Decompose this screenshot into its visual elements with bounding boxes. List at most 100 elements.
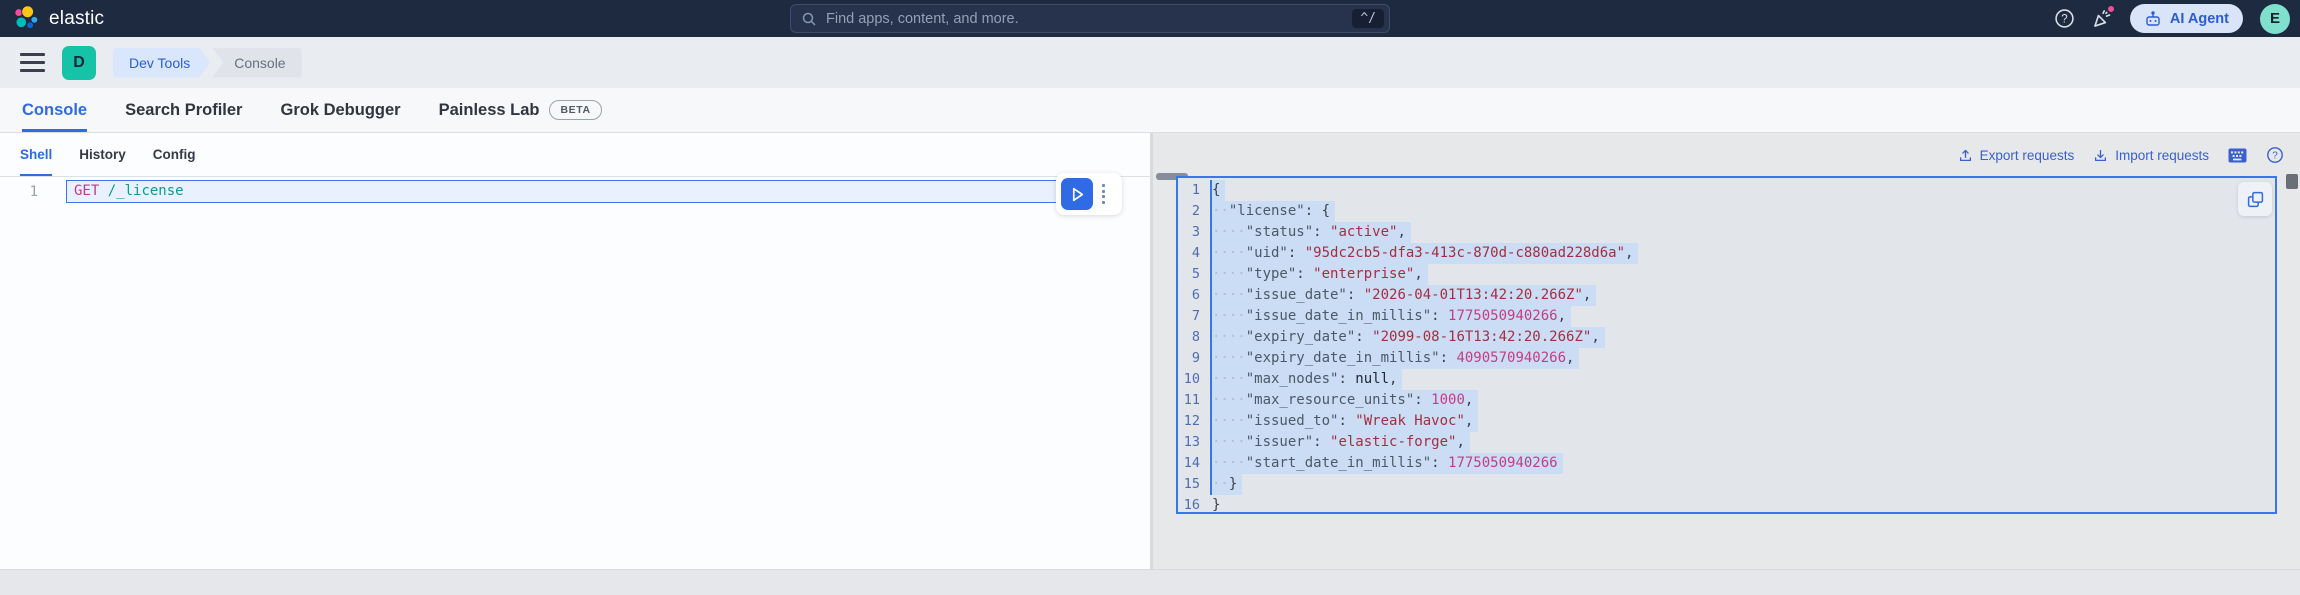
response-line: 12 ····"issued_to": "Wreak Havoc",	[1178, 411, 2275, 432]
response-line-content: ····"max_resource_units": 1000,	[1210, 390, 1479, 411]
request-path: /_license	[107, 183, 184, 199]
console-content: Shell History Config 1 GET /_license Exp…	[0, 133, 2300, 595]
import-requests-button[interactable]: Import requests	[2093, 148, 2209, 163]
response-toolbar: Export requests Import requests ?	[1153, 133, 2300, 177]
response-line: 14 ····"start_date_in_millis": 1775050940…	[1178, 453, 2275, 474]
export-requests-label: Export requests	[1979, 147, 2075, 163]
breadcrumb-console[interactable]: Console	[212, 47, 302, 78]
user-avatar[interactable]: E	[2260, 3, 2290, 34]
response-line: 10 ····"max_nodes": null,	[1178, 369, 2275, 390]
copy-response-button[interactable]	[2238, 182, 2272, 216]
response-line-content: ····"uid": "95dc2cb5-dfa3-413c-870d-c880…	[1210, 243, 1639, 264]
request-method: GET	[74, 183, 100, 199]
response-line-number: 13	[1183, 434, 1200, 450]
response-lines: 1{2 ··"license": {3 ····"status": "active"…	[1178, 180, 2275, 513]
response-line-content: ····"expiry_date_in_millis": 40905709402…	[1210, 348, 1580, 369]
page-bottom-strip	[0, 569, 2300, 595]
menu-icon[interactable]	[20, 53, 45, 72]
response-line: 3 ····"status": "active",	[1178, 222, 2275, 243]
response-line-number: 14	[1183, 455, 1200, 471]
console-help-icon[interactable]: ?	[2266, 146, 2284, 164]
global-search-input[interactable]: Find apps, content, and more. ^/	[790, 4, 1390, 33]
response-line-number: 1	[1191, 182, 1200, 198]
response-line: 1{	[1178, 180, 2275, 201]
tab-painless-lab[interactable]: Painless Lab BETA	[439, 88, 602, 132]
response-line-number: 8	[1191, 329, 1200, 345]
response-line-number: 2	[1191, 203, 1200, 219]
breadcrumb: Dev Tools Console	[113, 47, 302, 78]
response-line: 9 ····"expiry_date_in_millis": 4090570940…	[1178, 348, 2275, 369]
response-line: 15 ··}	[1178, 474, 2275, 495]
request-options-icon[interactable]	[1100, 182, 1107, 206]
tab-grok-debugger[interactable]: Grok Debugger	[280, 88, 400, 132]
help-icon[interactable]: ?	[2054, 8, 2075, 29]
breadcrumb-bar: D Dev Tools Console	[0, 37, 2300, 88]
tab-console[interactable]: Console	[22, 88, 87, 132]
scrollbar-thumb[interactable]	[2286, 174, 2298, 189]
beta-badge: BETA	[549, 100, 602, 120]
svg-text:?: ?	[2272, 151, 2278, 162]
ai-agent-label: AI Agent	[2169, 10, 2229, 27]
search-icon	[802, 12, 816, 26]
send-request-button[interactable]	[1061, 178, 1093, 210]
response-line-number: 7	[1191, 308, 1200, 324]
subtab-shell[interactable]: Shell	[20, 133, 52, 176]
response-line: 6 ····"issue_date": "2026-04-01T13:42:20.…	[1178, 285, 2275, 306]
response-line: 2 ··"license": {	[1178, 201, 2275, 222]
response-line-content: ····"type": "enterprise",	[1210, 264, 1428, 285]
top-navigation-bar: elastic Find apps, content, and more. ^/…	[0, 0, 2300, 37]
request-pane: Shell History Config 1 GET /_license	[0, 133, 1150, 595]
response-editor[interactable]: 1{2 ··"license": {3 ····"status": "active"…	[1176, 176, 2277, 514]
response-line-number: 10	[1183, 371, 1200, 387]
response-line-content: ····"start_date_in_millis": 177505094026…	[1210, 453, 1563, 474]
response-line: 5 ····"type": "enterprise",	[1178, 264, 2275, 285]
brand-name: elastic	[49, 7, 105, 29]
space-switcher[interactable]: D	[62, 45, 96, 80]
response-line-number: 16	[1183, 497, 1200, 513]
response-line: 4 ····"uid": "95dc2cb5-dfa3-413c-870d-c88…	[1178, 243, 2275, 264]
newsfeed-icon[interactable]	[2092, 4, 2116, 29]
brand[interactable]: elastic	[0, 5, 104, 32]
response-line-content: ····"issued_to": "Wreak Havoc",	[1210, 411, 1479, 432]
svg-text:?: ?	[2061, 14, 2067, 26]
tab-painless-lab-label: Painless Lab	[438, 100, 540, 119]
response-line-content: {	[1210, 180, 1226, 201]
response-line: 7 ····"issue_date_in_millis": 17750509402…	[1178, 306, 2275, 327]
response-line-content: ····"max_nodes": null,	[1210, 369, 1403, 390]
response-line-content: ··}	[1210, 474, 1243, 495]
response-line-content: }	[1212, 497, 1221, 513]
import-icon	[2095, 149, 2107, 161]
search-placeholder: Find apps, content, and more.	[826, 10, 1019, 27]
console-subtabs: Shell History Config	[0, 133, 1150, 177]
response-line-content: ····"status": "active",	[1210, 222, 1411, 243]
export-icon	[1959, 149, 1971, 161]
robot-icon	[2146, 10, 2160, 26]
notification-dot	[2105, 4, 2116, 14]
response-pane: Export requests Import requests ? 1 {2 …	[1153, 133, 2300, 595]
response-line: 8 ····"expiry_date": "2099-08-16T13:42:20…	[1178, 327, 2275, 348]
response-line-number: 4	[1191, 245, 1200, 261]
request-line[interactable]: GET /_license	[66, 180, 1092, 203]
request-line-number: 1	[29, 184, 38, 200]
ai-agent-button[interactable]: AI Agent	[2129, 4, 2243, 33]
response-line-number: 6	[1191, 287, 1200, 303]
dev-tools-tabs: Console Search Profiler Grok Debugger Pa…	[0, 88, 2300, 133]
play-icon	[1072, 187, 1083, 201]
response-line-number: 15	[1183, 476, 1200, 492]
response-line-content: ····"expiry_date": "2099-08-16T13:42:20.…	[1210, 327, 1605, 348]
response-line-number: 3	[1191, 224, 1200, 240]
export-requests-button[interactable]: Export requests	[1958, 147, 2075, 163]
response-line-number: 12	[1183, 413, 1200, 429]
request-actions	[1056, 173, 1122, 215]
breadcrumb-dev-tools[interactable]: Dev Tools	[113, 48, 210, 78]
topbar-actions: ? AI Agent E	[2054, 0, 2290, 37]
tab-search-profiler[interactable]: Search Profiler	[125, 88, 242, 132]
response-line-content: ····"issue_date": "2026-04-01T13:42:20.2…	[1210, 285, 1597, 306]
search-shortcut-hint: ^/	[1352, 9, 1384, 28]
response-line-number: 11	[1183, 392, 1200, 408]
subtab-config[interactable]: Config	[153, 133, 196, 176]
response-line: 13 ····"issuer": "elastic-forge",	[1178, 432, 2275, 453]
subtab-history[interactable]: History	[79, 133, 126, 176]
response-line: 11 ····"max_resource_units": 1000,	[1178, 390, 2275, 411]
keyboard-shortcuts-icon[interactable]	[2228, 148, 2247, 163]
